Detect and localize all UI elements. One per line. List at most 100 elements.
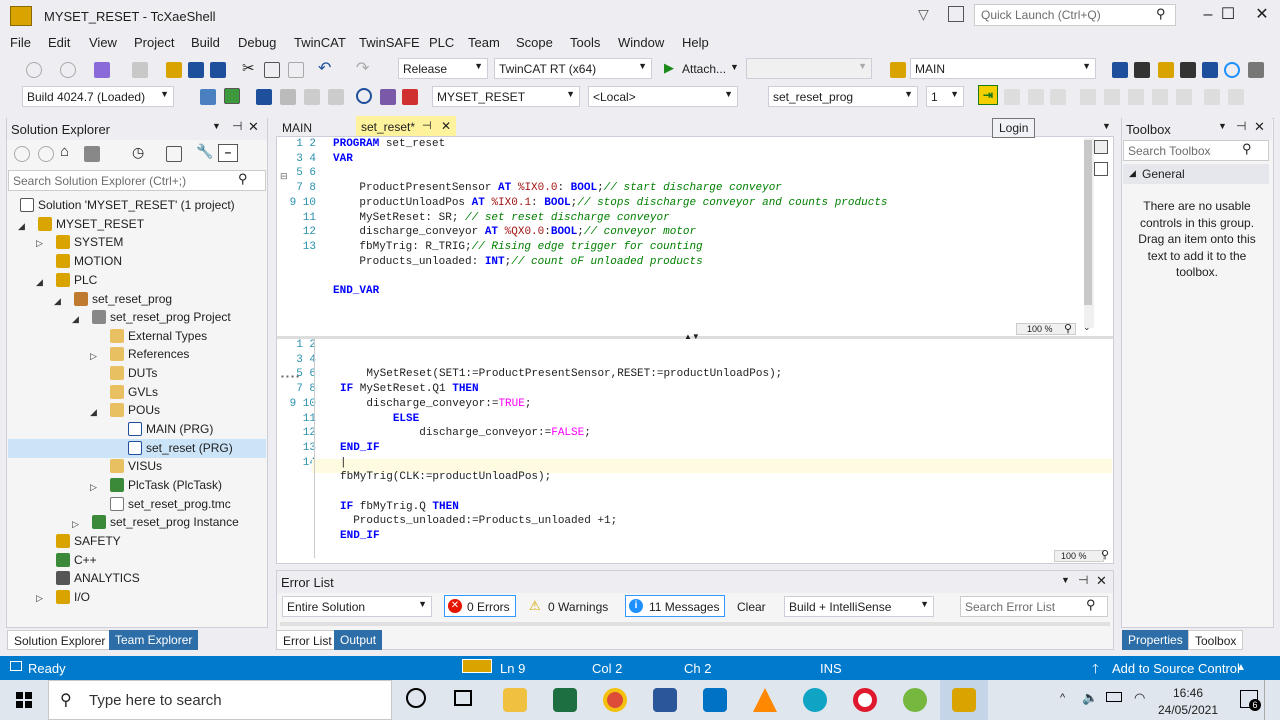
run-mode-icon[interactable] (224, 88, 240, 104)
chevron-down-icon[interactable]: ▼ (730, 62, 739, 72)
feedback-icon[interactable] (948, 6, 964, 22)
menu-window[interactable]: Window (618, 35, 664, 50)
module-icon[interactable] (1158, 62, 1174, 78)
edge-icon[interactable] (803, 688, 827, 712)
activate-icon[interactable] (200, 89, 216, 105)
word-icon[interactable] (653, 688, 677, 712)
tree-item-duts[interactable]: DUTs (110, 366, 157, 384)
tree-item-instance[interactable]: set_reset_prog Instance (92, 515, 239, 533)
implementation-code[interactable]: MySetReset(SET1:=ProductPresentSensor,RE… (340, 338, 782, 544)
target-select[interactable]: MAIN ▼ (910, 58, 1096, 79)
close-icon[interactable]: ✕ (248, 119, 259, 135)
tree-item-plc[interactable]: PLC (56, 273, 97, 291)
tree-item-tmc[interactable]: set_reset_prog.tmc (110, 497, 231, 515)
undo-icon[interactable]: ↶ (318, 58, 331, 78)
tree-item-references[interactable]: References (110, 347, 189, 365)
quick-launch-input[interactable]: Quick Launch (Ctrl+Q) (974, 4, 1176, 26)
instance-select[interactable]: 1 ▼ (926, 86, 964, 107)
menu-view[interactable]: View (89, 35, 117, 50)
chevron-down-icon[interactable]: ▼ (1218, 121, 1227, 131)
menu-plc[interactable]: PLC (429, 35, 454, 50)
cut-icon[interactable]: ✂ (242, 59, 255, 77)
tree-item-plctask[interactable]: PlcTask (PlcTask) (110, 478, 222, 496)
menu-build[interactable]: Build (191, 35, 220, 50)
close-tab-icon[interactable]: ✕ (441, 119, 451, 133)
expand-icon[interactable]: ◢ (54, 296, 61, 307)
collapse-icon[interactable]: ▷ (36, 593, 43, 604)
show-desktop-button[interactable] (1264, 680, 1280, 720)
menu-project[interactable]: Project (134, 35, 174, 50)
speaker-icon[interactable]: 🔈 (1082, 690, 1098, 706)
tab-error-list[interactable]: Error List (276, 630, 339, 650)
attach-button[interactable]: Attach... (682, 62, 726, 76)
add-to-source-control[interactable]: Add to Source Control (1112, 661, 1240, 676)
project-select[interactable]: MYSET_RESET ▼ (432, 86, 580, 107)
menu-team[interactable]: Team (468, 35, 500, 50)
zoom-icon[interactable]: ⚲ (1064, 322, 1072, 335)
outlook-icon[interactable] (703, 688, 727, 712)
back-icon[interactable] (14, 146, 30, 162)
menu-debug[interactable]: Debug (238, 35, 276, 50)
windows-start-icon[interactable] (16, 692, 32, 708)
history-icon[interactable]: ◷ (132, 144, 144, 161)
config-icon[interactable] (256, 89, 272, 105)
connect-icon[interactable] (380, 89, 396, 105)
chrome-icon[interactable] (603, 688, 627, 712)
preview-icon[interactable]: – (218, 144, 238, 162)
toggle-icon[interactable] (328, 89, 344, 105)
platform-select[interactable]: TwinCAT RT (x64) ▼ (494, 58, 652, 79)
forward-icon[interactable] (60, 62, 76, 78)
tab-solution-explorer[interactable]: Solution Explorer (7, 630, 113, 650)
taskbar-search-input[interactable]: Type here to search (48, 680, 392, 720)
stop-icon[interactable] (1028, 89, 1044, 105)
login-button[interactable]: ⇥ (978, 85, 998, 105)
write-icon[interactable] (1204, 89, 1220, 105)
expand-icon[interactable]: ◢ (90, 407, 97, 418)
chevron-up-icon[interactable]: ^ (1060, 692, 1065, 704)
tree-item-project-folder[interactable]: set_reset_prog Project (92, 310, 231, 328)
start-icon[interactable] (1004, 89, 1020, 105)
add-item-icon[interactable] (132, 62, 148, 78)
new-project-icon[interactable] (94, 62, 110, 78)
table-view-icon[interactable] (1094, 162, 1108, 176)
close-button[interactable]: ✕ (1242, 4, 1280, 28)
tree-item-solution[interactable]: Solution 'MYSET_RESET' (1 project) (20, 198, 235, 216)
warnings-count[interactable]: 0 Warnings (548, 600, 608, 614)
wrench-icon[interactable]: 🔧 (196, 143, 213, 160)
forward-icon[interactable] (38, 146, 54, 162)
target-browser-icon[interactable] (356, 88, 372, 104)
filter-icon[interactable]: ▽ (918, 6, 929, 23)
chevron-down-icon[interactable]: ▼ (212, 121, 221, 131)
tree-item-analytics[interactable]: ANALYTICS (56, 571, 140, 589)
wifi-icon[interactable]: ◠ (1134, 690, 1145, 706)
vlc-icon[interactable] (753, 688, 777, 712)
step-icon[interactable] (1080, 89, 1096, 105)
logout-icon[interactable] (1050, 89, 1066, 105)
tree-item-main[interactable]: MAIN (PRG) (128, 422, 213, 440)
clear-button[interactable]: Clear (737, 600, 766, 614)
step-out-icon[interactable] (1128, 89, 1144, 105)
redo-icon[interactable]: ↷ (356, 58, 369, 78)
network-icon[interactable] (1202, 62, 1218, 78)
home-icon[interactable]: ⌂ (60, 143, 69, 160)
play-icon[interactable]: ▶ (664, 60, 674, 76)
tab-toolbox[interactable]: Toolbox (1188, 630, 1244, 650)
tree-item-plc-project[interactable]: set_reset_prog (74, 292, 172, 310)
wrench-icon[interactable] (1134, 62, 1150, 78)
solution-search-input[interactable]: Search Solution Explorer (Ctrl+;) (8, 170, 266, 191)
scan-icon[interactable] (304, 89, 320, 105)
fold-markers[interactable]: ▪ ▪ ▪ ▪ (281, 370, 299, 385)
menu-edit[interactable]: Edit (48, 35, 70, 50)
copy-icon[interactable] (264, 62, 280, 78)
tab-main[interactable]: MAIN (276, 118, 318, 136)
collapse-icon[interactable]: ▷ (90, 351, 97, 362)
close-icon[interactable]: ✕ (1096, 573, 1107, 589)
save-icon[interactable] (188, 62, 204, 78)
tree-item-project[interactable]: MYSET_RESET (38, 217, 144, 235)
tree-item-gvls[interactable]: GVLs (110, 385, 158, 403)
tree-item-external-types[interactable]: External Types (110, 329, 207, 347)
chevron-down-icon[interactable]: ⌄ (1083, 322, 1091, 333)
chevron-down-icon[interactable]: ▼ (1102, 121, 1111, 131)
menu-help[interactable]: Help (682, 35, 709, 50)
file-explorer-icon[interactable] (503, 688, 527, 712)
